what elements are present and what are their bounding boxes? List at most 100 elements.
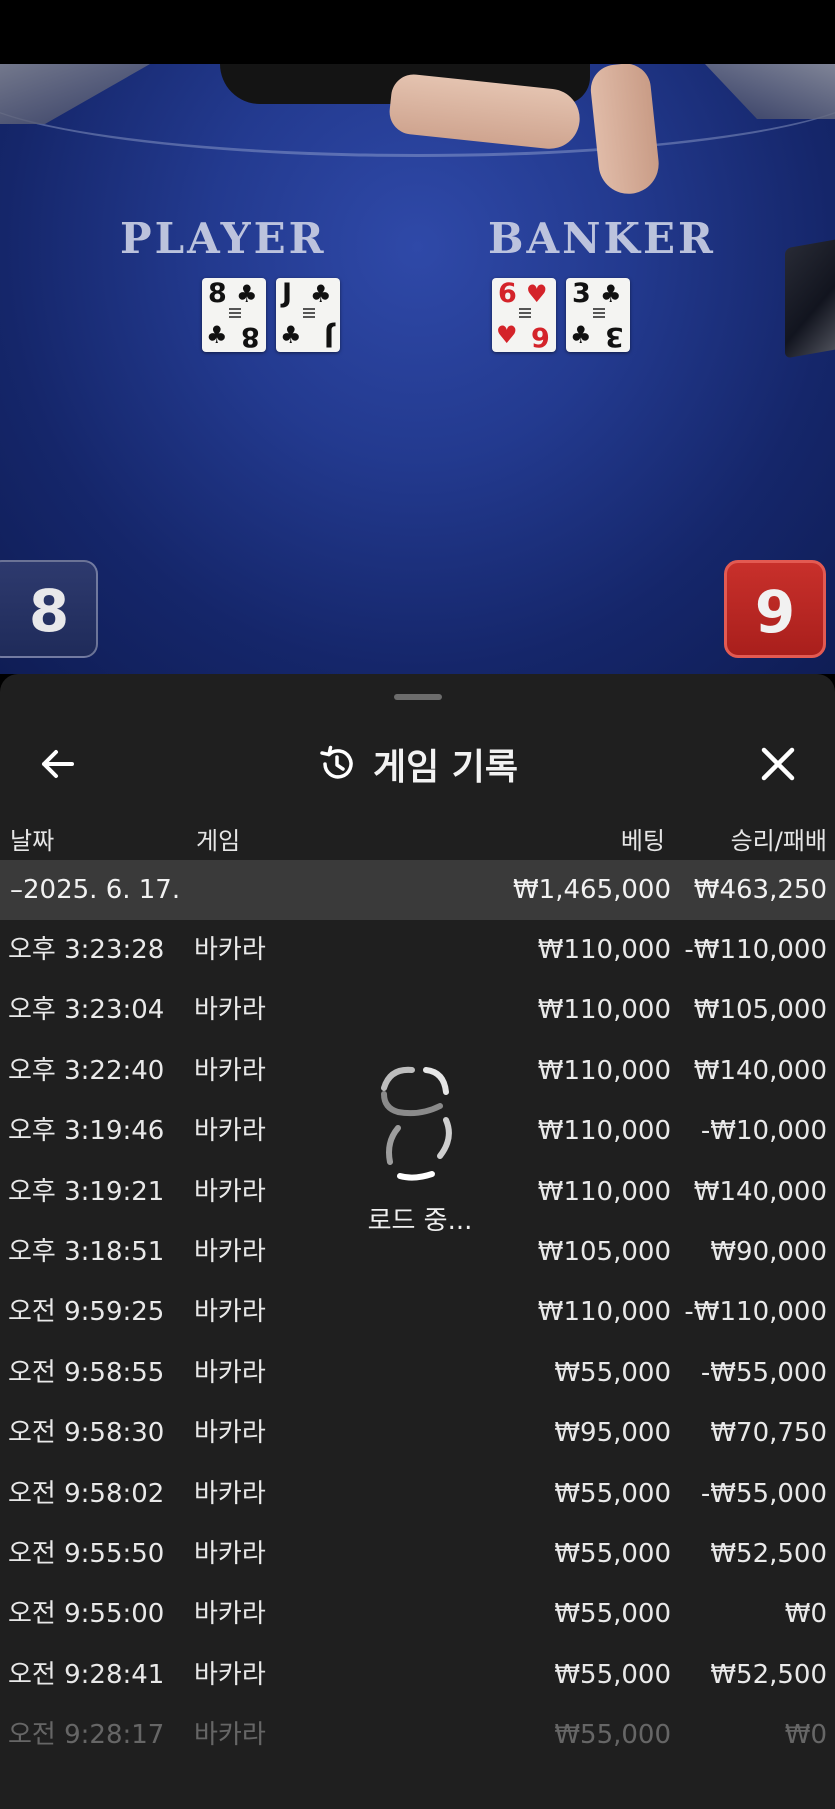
row-game: 바카라 bbox=[194, 935, 266, 965]
group-bet-total: ₩1,465,000 bbox=[512, 875, 671, 905]
back-button[interactable] bbox=[30, 736, 86, 792]
row-game: 바카라 bbox=[194, 1538, 266, 1569]
player-card-2: J ♣ ♣ J bbox=[276, 278, 340, 352]
row-win-loss: ₩70,750 bbox=[710, 1418, 827, 1449]
banker-score-badge: 9 bbox=[724, 560, 826, 658]
row-game: 바카라 bbox=[194, 1659, 266, 1690]
column-header-win-loss: 승리/패배 bbox=[730, 827, 827, 855]
card-suit: ♣ bbox=[600, 280, 622, 308]
date-group-row[interactable]: –2025. 6. 17. ₩1,465,000 ₩463,250 bbox=[0, 860, 835, 920]
loading-spinner-icon bbox=[381, 1066, 452, 1181]
row-time: 오전 9:58:02 bbox=[8, 1478, 165, 1509]
loading-text: 로드 중... bbox=[367, 1206, 473, 1236]
card-rank-bottom: 6 bbox=[531, 321, 550, 352]
history-row[interactable]: 오전 9:58:55 바카라 ₩55,000 -₩55,000 bbox=[0, 1343, 835, 1403]
history-row[interactable]: 오전 9:58:02 바카라 ₩55,000 -₩55,000 bbox=[0, 1464, 835, 1524]
card-rank: 8 bbox=[208, 278, 227, 309]
card-pattern bbox=[519, 308, 531, 320]
sheet-title-group: 게임 기록 bbox=[0, 714, 835, 814]
card-pattern bbox=[593, 308, 605, 320]
row-time: 오후 3:23:28 bbox=[8, 935, 165, 965]
row-bet: ₩110,000 bbox=[537, 995, 671, 1026]
row-bet: ₩55,000 bbox=[554, 1659, 671, 1690]
history-row[interactable]: 오전 9:28:17 바카라 ₩55,000 ₩0 bbox=[0, 1705, 835, 1765]
row-bet: ₩55,000 bbox=[554, 1720, 671, 1751]
row-win-loss: -₩55,000 bbox=[700, 1357, 827, 1388]
history-row[interactable]: 오전 9:58:30 바카라 ₩95,000 ₩70,750 bbox=[0, 1403, 835, 1463]
live-video-feed: PLAYER BANKER 8 ♣ ♣ 8 J ♣ ♣ J 6 ♥ ♥ 6 3 … bbox=[0, 64, 835, 674]
arrow-left-icon bbox=[42, 750, 74, 778]
card-rank-bottom: 3 bbox=[605, 321, 624, 352]
column-header-date: 날짜 bbox=[10, 827, 55, 855]
history-row[interactable]: 오전 9:55:00 바카라 ₩55,000 ₩0 bbox=[0, 1584, 835, 1644]
card-suit-bottom: ♣ bbox=[206, 321, 228, 349]
sheet-header: 게임 기록 bbox=[0, 714, 835, 814]
history-row[interactable]: 오전 9:55:50 바카라 ₩55,000 ₩52,500 bbox=[0, 1524, 835, 1584]
row-game: 바카라 bbox=[194, 1176, 266, 1207]
row-game: 바카라 bbox=[194, 1357, 266, 1388]
card-suit: ♥ bbox=[526, 280, 548, 308]
row-win-loss: -₩10,000 bbox=[700, 1116, 827, 1147]
row-bet: ₩55,000 bbox=[554, 1538, 671, 1569]
player-card-1: 8 ♣ ♣ 8 bbox=[202, 278, 266, 352]
row-bet: ₩110,000 bbox=[537, 1297, 671, 1328]
loading-indicator: 로드 중... bbox=[340, 1058, 500, 1258]
history-row[interactable]: 오전 9:59:25 바카라 ₩110,000 -₩110,000 bbox=[0, 1282, 835, 1342]
row-game: 바카라 bbox=[194, 1297, 266, 1328]
column-header-game: 게임 bbox=[196, 827, 241, 855]
history-row[interactable]: 오전 9:28:41 바카라 ₩55,000 ₩52,500 bbox=[0, 1645, 835, 1705]
row-win-loss: -₩110,000 bbox=[684, 935, 827, 965]
row-game: 바카라 bbox=[194, 1720, 266, 1751]
card-rank: 3 bbox=[572, 278, 591, 309]
history-list: 오후 3:23:28 바카라 ₩110,000 -₩110,000 오후 3:23:0… bbox=[0, 920, 835, 1765]
row-game: 바카라 bbox=[194, 1055, 266, 1086]
row-time: 오전 9:59:25 bbox=[8, 1297, 165, 1328]
banker-card-1: 6 ♥ ♥ 6 bbox=[492, 278, 556, 352]
history-row[interactable]: 오후 3:23:28 바카라 ₩110,000 -₩110,000 bbox=[0, 920, 835, 980]
row-time: 오후 3:22:40 bbox=[8, 1055, 165, 1086]
close-button[interactable] bbox=[750, 736, 806, 792]
row-time: 오후 3:19:46 bbox=[8, 1116, 165, 1147]
row-win-loss: ₩90,000 bbox=[710, 1236, 827, 1267]
row-game: 바카라 bbox=[194, 995, 266, 1026]
card-suit-bottom: ♥ bbox=[496, 321, 518, 349]
row-win-loss: ₩52,500 bbox=[710, 1659, 827, 1690]
status-bar bbox=[0, 0, 835, 64]
row-bet: ₩55,000 bbox=[554, 1357, 671, 1388]
history-row[interactable]: 오후 3:23:04 바카라 ₩110,000 ₩105,000 bbox=[0, 980, 835, 1040]
row-bet: ₩110,000 bbox=[537, 1116, 671, 1147]
row-time: 오전 9:28:41 bbox=[8, 1659, 165, 1690]
row-win-loss: ₩140,000 bbox=[693, 1176, 827, 1207]
row-game: 바카라 bbox=[194, 1418, 266, 1449]
card-shoe bbox=[785, 239, 835, 359]
row-time: 오전 9:58:55 bbox=[8, 1357, 165, 1388]
row-time: 오후 3:23:04 bbox=[8, 995, 165, 1026]
banker-zone-label: BANKER bbox=[488, 214, 716, 263]
player-zone-label: PLAYER bbox=[120, 214, 327, 263]
sheet-title: 게임 기록 bbox=[372, 747, 518, 788]
sheet-drag-handle[interactable] bbox=[394, 694, 442, 700]
row-bet: ₩105,000 bbox=[537, 1236, 671, 1267]
card-pattern bbox=[303, 308, 315, 320]
close-icon bbox=[761, 747, 795, 781]
row-win-loss: -₩110,000 bbox=[684, 1297, 827, 1328]
game-history-sheet: 게임 기록 날짜 게임 베팅 승리/패배 –2025. 6. 17. ₩1,46… bbox=[0, 674, 835, 1809]
card-suit-bottom: ♣ bbox=[280, 321, 302, 349]
row-bet: ₩110,000 bbox=[537, 935, 671, 965]
group-win-loss-total: ₩463,250 bbox=[693, 875, 827, 905]
row-win-loss: ₩0 bbox=[784, 1599, 827, 1630]
history-icon bbox=[320, 745, 353, 779]
player-score-badge: 8 bbox=[0, 560, 98, 658]
row-win-loss: ₩140,000 bbox=[693, 1055, 827, 1086]
row-game: 바카라 bbox=[194, 1599, 266, 1630]
row-bet: ₩55,000 bbox=[554, 1478, 671, 1509]
row-bet: ₩110,000 bbox=[537, 1055, 671, 1086]
row-time: 오전 9:55:00 bbox=[8, 1599, 165, 1630]
row-time: 오전 9:58:30 bbox=[8, 1418, 165, 1449]
card-rank-bottom: J bbox=[323, 321, 334, 352]
card-rank: J bbox=[282, 278, 293, 309]
card-pattern bbox=[229, 308, 241, 320]
row-time: 오후 3:19:21 bbox=[8, 1176, 165, 1207]
row-bet: ₩110,000 bbox=[537, 1176, 671, 1207]
column-header-bet: 베팅 bbox=[620, 827, 665, 855]
